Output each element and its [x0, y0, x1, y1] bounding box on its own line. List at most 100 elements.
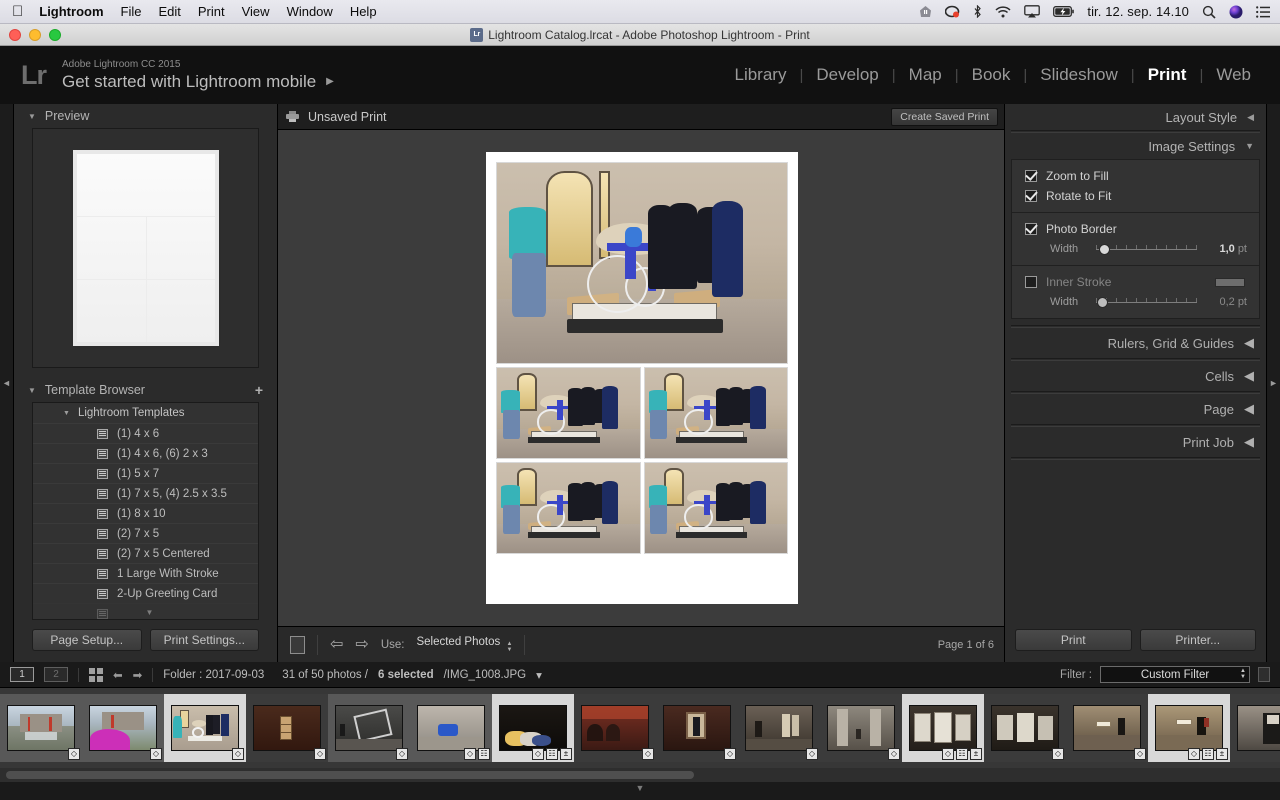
page-header[interactable]: Page ◀: [1005, 394, 1266, 424]
print-cell-small-3[interactable]: [496, 462, 641, 554]
filmstrip-scrollbar[interactable]: [0, 768, 1280, 782]
menu-help[interactable]: Help: [350, 4, 377, 19]
notification-center-icon[interactable]: [1256, 5, 1270, 18]
thumbnail-fountain-monument[interactable]: ◇: [0, 694, 82, 762]
siri-icon[interactable]: [1229, 5, 1243, 19]
photo-border-checkbox[interactable]: [1025, 223, 1037, 235]
crop-badge-icon[interactable]: ◇: [806, 748, 818, 760]
print-button[interactable]: Print: [1015, 629, 1132, 651]
airplay-icon[interactable]: [1024, 5, 1041, 18]
thumbnail-corridor-visitor[interactable]: ◇: [1066, 694, 1148, 762]
print-cell-small-1[interactable]: [496, 367, 641, 459]
template-item-9[interactable]: 2-Up Greeting Card: [33, 583, 258, 603]
module-web[interactable]: Web: [1203, 65, 1264, 85]
left-panel-toggle-arrow[interactable]: ◄: [0, 104, 14, 662]
identity-arrow-icon[interactable]: ▶: [326, 72, 334, 92]
crop-badge-icon[interactable]: ◇: [942, 748, 954, 760]
thumbnail-badges[interactable]: ◇: [888, 748, 900, 760]
thumbnail-badges[interactable]: ◇: [68, 748, 80, 760]
zoom-to-fill-row[interactable]: Zoom to Fill: [1012, 166, 1259, 186]
inner-stroke-row[interactable]: Inner Stroke: [1012, 272, 1259, 292]
thumbnail-red-hall[interactable]: ◇: [574, 694, 656, 762]
thumbnail-person-artwork[interactable]: ◇: [1230, 694, 1280, 762]
rotate-to-fit-row[interactable]: Rotate to Fit: [1012, 186, 1259, 206]
grid-badge-icon[interactable]: ☷: [956, 748, 968, 760]
chevron-down-icon[interactable]: ▼: [63, 410, 70, 417]
inner-stroke-color-swatch[interactable]: [1215, 277, 1245, 287]
module-slideshow[interactable]: Slideshow: [1027, 65, 1131, 85]
edit-badge-icon[interactable]: ±: [970, 748, 982, 760]
chevron-updown-icon[interactable]: ▲ ▼: [506, 641, 512, 653]
folder-label[interactable]: Folder : 2017-09-03: [163, 669, 264, 681]
thumbnail-badges[interactable]: ◇ ☷ ±: [532, 748, 572, 760]
filter-select[interactable]: Custom Filter ▲ ▼: [1100, 666, 1250, 683]
chevron-left-icon[interactable]: ◀: [1244, 368, 1254, 384]
template-item-2[interactable]: (1) 4 x 6, (6) 2 x 3: [33, 443, 258, 463]
add-template-button[interactable]: +: [255, 383, 263, 397]
chevron-down-icon[interactable]: ▼: [636, 783, 645, 793]
preview-panel-header[interactable]: ▼ Preview: [14, 104, 277, 128]
thumbnail-portrait-painting[interactable]: ◇: [656, 694, 738, 762]
crop-badge-icon[interactable]: ◇: [1134, 748, 1146, 760]
photo-border-width-row[interactable]: Width 1,0 pt: [1012, 239, 1259, 259]
menu-view[interactable]: View: [242, 4, 270, 19]
chevron-left-icon[interactable]: ◀: [1244, 401, 1254, 417]
thumbnail-badges[interactable]: ◇: [1052, 748, 1064, 760]
printer-button[interactable]: Printer...: [1139, 629, 1256, 651]
rulers-grid-guides-header[interactable]: Rulers, Grid & Guides ◀: [1005, 328, 1266, 358]
template-group-lightroom-templates[interactable]: ▼ Lightroom Templates: [33, 403, 258, 423]
crop-badge-icon[interactable]: ◇: [150, 748, 162, 760]
bottom-toggle-bar[interactable]: ▼: [0, 782, 1280, 800]
filename-caret-icon[interactable]: ▾: [536, 668, 542, 682]
create-saved-print-button[interactable]: Create Saved Print: [891, 107, 998, 126]
identity-plate[interactable]: Adobe Lightroom CC 2015 Get started with…: [62, 58, 334, 92]
crop-badge-icon[interactable]: ◇: [232, 748, 244, 760]
menu-window[interactable]: Window: [287, 4, 333, 19]
grid-view-icon[interactable]: [89, 667, 103, 682]
inner-stroke-width-slider[interactable]: [1096, 296, 1197, 308]
thumbnail-badges[interactable]: ◇: [150, 748, 162, 760]
filmstrip[interactable]: ◇ ◇ ◇ ◇ ◇ ◇ ☷ ◇ ☷ ± ◇ ◇ ◇ ◇ ◇ ☷ ± ◇ ◇ ◇ …: [0, 688, 1280, 768]
thumbnail-badges[interactable]: ◇ ☷ ±: [942, 748, 982, 760]
template-browser-header[interactable]: ▼ Template Browser +: [14, 378, 277, 402]
thumbnail-badges[interactable]: ◇: [396, 748, 408, 760]
grid-badge-icon[interactable]: ☷: [1202, 748, 1214, 760]
thumbnail-fountain-flower[interactable]: ◇: [82, 694, 164, 762]
thumbnail-badges[interactable]: ◇: [806, 748, 818, 760]
thumbnail-badges[interactable]: ◇ ☷ ±: [1188, 748, 1228, 760]
menu-file[interactable]: File: [121, 4, 142, 19]
edit-badge-icon[interactable]: ±: [1216, 748, 1228, 760]
chevron-down-icon[interactable]: ▼: [1245, 141, 1254, 151]
template-item-4[interactable]: (1) 7 x 5, (4) 2.5 x 3.5: [33, 483, 258, 503]
chevron-left-icon[interactable]: ◀: [1244, 434, 1254, 450]
module-map[interactable]: Map: [896, 65, 955, 85]
thumbnail-museum-wheelchair[interactable]: ◇: [164, 694, 246, 762]
rotate-to-fit-checkbox[interactable]: [1025, 190, 1037, 202]
chevron-down-icon[interactable]: ▼: [28, 112, 36, 121]
module-book[interactable]: Book: [959, 65, 1024, 85]
zoom-to-fill-checkbox[interactable]: [1025, 170, 1037, 182]
photo-border-row[interactable]: Photo Border: [1012, 219, 1259, 239]
inner-stroke-checkbox[interactable]: [1025, 276, 1037, 288]
screen-2-button[interactable]: 2: [44, 667, 68, 682]
print-job-header[interactable]: Print Job ◀: [1005, 427, 1266, 457]
recording-icon[interactable]: [945, 5, 960, 18]
chevron-updown-icon[interactable]: ▲ ▼: [1240, 668, 1246, 680]
previous-photo-icon[interactable]: ⬅: [113, 668, 123, 682]
crop-badge-icon[interactable]: ◇: [464, 748, 476, 760]
close-button[interactable]: [9, 29, 21, 41]
thumbnail-badges[interactable]: ◇ ☷: [464, 748, 490, 760]
page-icon[interactable]: [290, 635, 305, 654]
thumbnail-drawings-wall[interactable]: ◇ ☷ ±: [902, 694, 984, 762]
thumbnail-statue-room[interactable]: ◇: [738, 694, 820, 762]
screen-1-button[interactable]: 1: [10, 667, 34, 682]
dropbox-icon[interactable]: [919, 5, 932, 18]
menu-print[interactable]: Print: [198, 4, 225, 19]
crop-badge-icon[interactable]: ◇: [888, 748, 900, 760]
page-setup-button[interactable]: Page Setup...: [32, 629, 142, 651]
thumbnail-corridor-selected[interactable]: ◇ ☷ ±: [1148, 694, 1230, 762]
thumbnail-blue-object[interactable]: ◇ ☷: [410, 694, 492, 762]
thumbnail-badges[interactable]: ◇: [642, 748, 654, 760]
thumbnail-papers-wall[interactable]: ◇: [984, 694, 1066, 762]
battery-charging-icon[interactable]: [1053, 6, 1075, 17]
